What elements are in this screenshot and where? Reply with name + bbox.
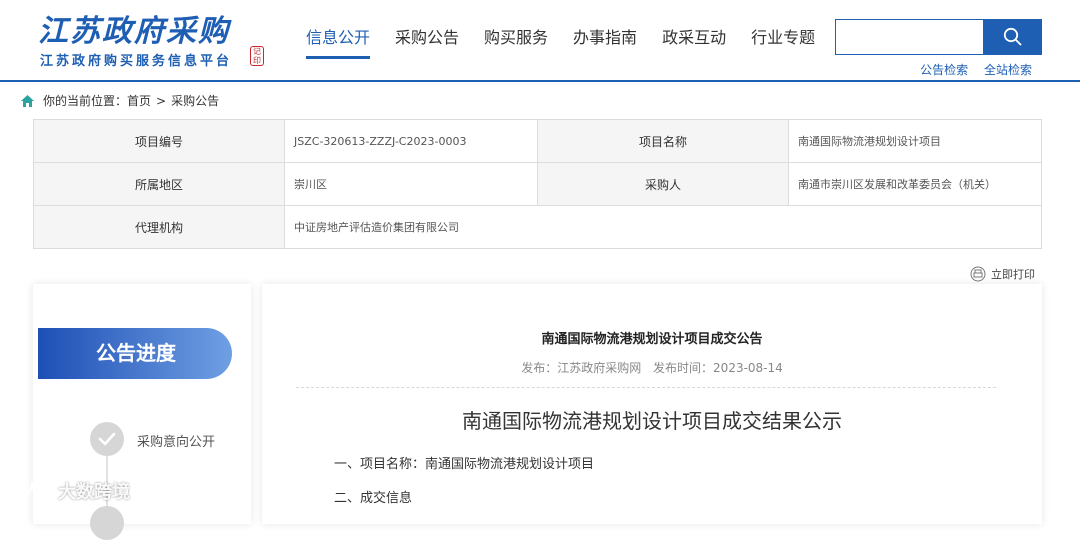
purchaser-label: 采购人 [537, 162, 789, 206]
table-row: 所属地区 崇川区 采购人 南通市崇川区发展和改革委员会（机关） [33, 162, 1042, 206]
document-title: 南通国际物流港规划设计项目成交结果公示 [462, 409, 842, 433]
site-search-link[interactable]: 全站检索 [984, 63, 1032, 77]
project-number-label: 项目编号 [33, 119, 285, 163]
seal-icon: 记印 [250, 46, 264, 66]
home-icon [21, 94, 34, 107]
breadcrumb-home[interactable]: 首页 [127, 92, 151, 109]
search-input[interactable] [835, 19, 983, 55]
step-label-intent[interactable]: 采购意向公开 [137, 431, 215, 450]
check-icon [98, 432, 116, 446]
project-name-label: 项目名称 [537, 119, 789, 163]
nav-item-interaction[interactable]: 政采互动 [662, 24, 726, 59]
divider [296, 387, 996, 388]
notice-search-link[interactable]: 公告检索 [920, 63, 968, 77]
watermark-text: 大数跨境 [58, 482, 130, 503]
breadcrumb-current[interactable]: 采购公告 [171, 92, 219, 109]
watermark: 大数跨境 [8, 478, 130, 504]
article-meta: 发布：江苏政府采购网 发布时间：2023-08-14 [262, 359, 1042, 376]
print-icon [970, 266, 986, 282]
article-panel: 南通国际物流港规划设计项目成交公告 发布：江苏政府采购网 发布时间：2023-0… [262, 284, 1042, 524]
progress-title: 公告进度 [38, 328, 232, 379]
nav-item-info-public[interactable]: 信息公开 [306, 24, 371, 59]
main-nav: 信息公开 采购公告 购买服务 办事指南 政采互动 行业专题 [306, 24, 840, 59]
step-done-icon [90, 422, 124, 456]
nav-item-guide[interactable]: 办事指南 [573, 24, 637, 59]
region-value: 崇川区 [284, 162, 538, 206]
article-publish-time: 发布时间：2023-08-14 [653, 361, 783, 375]
step-next-icon [90, 506, 124, 540]
paragraph-deal-info: 二、成交信息 [334, 491, 413, 506]
article-title: 南通国际物流港规划设计项目成交公告 [541, 332, 763, 347]
agency-label: 代理机构 [33, 205, 285, 249]
nav-item-topics[interactable]: 行业专题 [751, 24, 815, 59]
site-header: 江苏政府采购 江苏政府购买服务信息平台 记印 信息公开 采购公告 购买服务 办事… [0, 0, 1080, 82]
purchaser-value: 南通市崇川区发展和改革委员会（机关） [788, 162, 1042, 206]
nav-item-purchase-service[interactable]: 购买服务 [484, 24, 548, 59]
project-info-table: 项目编号 JSZC-320613-ZZZJ-C2023-0003 项目名称 南通… [33, 119, 1042, 249]
agency-value: 中证房地产评估造价集团有限公司 [284, 205, 1042, 249]
project-number-value: JSZC-320613-ZZZJ-C2023-0003 [284, 119, 538, 163]
print-label: 立即打印 [991, 268, 1035, 281]
breadcrumb-prefix: 你的当前位置： [43, 94, 128, 108]
article-publisher: 发布：江苏政府采购网 [521, 361, 642, 375]
region-label: 所属地区 [33, 162, 285, 206]
site-subtitle: 江苏政府购买服务信息平台 [40, 54, 233, 69]
table-row: 项目编号 JSZC-320613-ZZZJ-C2023-0003 项目名称 南通… [33, 119, 1042, 163]
site-logo[interactable]: 江苏政府采购 [38, 6, 230, 50]
nav-item-procurement-notice[interactable]: 采购公告 [395, 24, 459, 59]
table-row: 代理机构 中证房地产评估造价集团有限公司 [33, 205, 1042, 249]
print-button[interactable]: 立即打印 [970, 266, 1035, 282]
search-icon [1003, 27, 1022, 46]
breadcrumb: 你的当前位置： 首页 > 采购公告 [20, 92, 219, 109]
quick-links: 公告检索 全站检索 [908, 61, 1032, 78]
breadcrumb-separator: > [156, 93, 167, 108]
search-button[interactable] [983, 19, 1042, 55]
paragraph-project-name: 一、项目名称：南通国际物流港规划设计项目 [334, 457, 595, 472]
project-name-value: 南通国际物流港规划设计项目 [788, 119, 1042, 163]
watermark-logo-icon [10, 481, 52, 501]
